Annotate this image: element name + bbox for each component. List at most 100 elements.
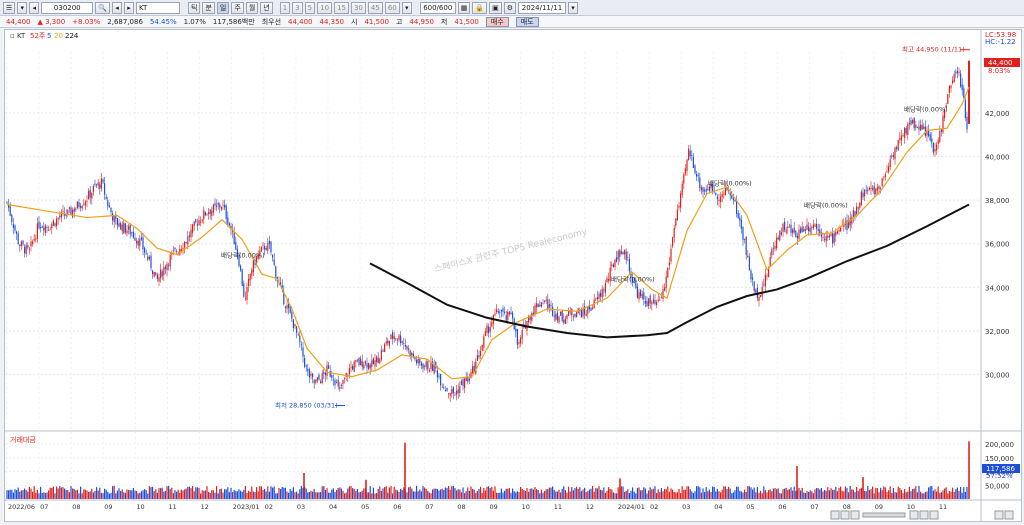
volume-bar (276, 493, 278, 499)
unit-dropdown[interactable]: ▾ (401, 1, 412, 14)
calendar-icon[interactable]: ▾ (567, 1, 578, 14)
volume-bar (929, 486, 931, 499)
tab-month[interactable]: 월 (245, 1, 259, 14)
arrow-right-icon[interactable]: ▸ (124, 1, 134, 14)
candle-body (248, 278, 250, 287)
volume-bar (456, 490, 458, 499)
scroll-left-button[interactable] (830, 510, 840, 520)
volume-bar (620, 486, 622, 499)
scroll-right-button[interactable] (850, 510, 860, 520)
volume-bar (627, 489, 629, 499)
volume-bar (401, 490, 403, 499)
volume-bar (603, 487, 605, 499)
candle-body (99, 184, 101, 189)
zoom-out-button[interactable] (909, 510, 919, 520)
volume-bar (33, 486, 35, 499)
candle-body (958, 71, 960, 74)
candle-body (793, 227, 795, 233)
unit-10[interactable]: 10 (317, 1, 333, 14)
unit-1[interactable]: 1 (279, 1, 291, 14)
period-dropdown[interactable]: ▾ (17, 1, 28, 14)
candle-body (662, 289, 664, 300)
date-input[interactable]: 2024/11/11 (517, 1, 566, 14)
unit-5[interactable]: 5 (304, 1, 316, 14)
settings-icon[interactable]: ⚙ (503, 1, 516, 14)
tab-year[interactable]: 년 (260, 1, 273, 14)
volume-bar (150, 487, 152, 499)
unit-60[interactable]: 60 (384, 1, 400, 14)
candle-body (107, 200, 109, 207)
candle-body (100, 178, 102, 189)
candle-body (272, 254, 274, 258)
count-input[interactable]: 600/600 (419, 1, 456, 14)
tab-day[interactable]: 일 (216, 1, 230, 14)
volume-bar (526, 488, 528, 499)
tab-week[interactable]: 주 (231, 1, 244, 14)
volume-bar (521, 488, 523, 499)
volume-bar (580, 491, 582, 499)
candle-body (395, 338, 397, 340)
volume-bar (134, 490, 136, 499)
search-icon[interactable] (929, 510, 939, 520)
unit-45[interactable]: 45 (367, 1, 383, 14)
volume-bar (611, 489, 613, 499)
arrow-left-icon[interactable]: ◂ (112, 1, 122, 14)
candle-body (97, 182, 99, 186)
chart-area[interactable]: 스페이스X 관련주 TOP5 Realeconomy 배당락(0.00%) 최저 … (4, 29, 1022, 522)
candle-body (750, 270, 752, 280)
candle-body (174, 247, 176, 250)
candle-body (614, 259, 616, 267)
volume-bar (939, 492, 941, 499)
save-icon[interactable]: ▣ (489, 1, 502, 14)
prev-icon[interactable]: ◂ (29, 1, 40, 14)
sell-button[interactable]: 매도 (515, 16, 539, 27)
volume-bar (699, 487, 701, 499)
volume-bar (940, 492, 942, 499)
volume-bar (67, 489, 69, 499)
volume-bar (907, 491, 909, 499)
candle-body (716, 196, 718, 200)
volume-bar (38, 493, 40, 499)
lock-icon[interactable]: 🔒 (472, 1, 488, 14)
candle-body (684, 168, 686, 174)
candle-body (904, 127, 906, 138)
table-icon[interactable]: ▦ (457, 1, 471, 14)
volume-bar (838, 487, 840, 499)
price-chart[interactable]: 스페이스X 관련주 TOP5 Realeconomy 배당락(0.00%)최저 … (5, 30, 1021, 521)
zoom-in-button[interactable] (919, 510, 929, 520)
candle-body (368, 363, 370, 370)
settings-gear-icon[interactable] (994, 510, 1004, 520)
candle-body (113, 215, 115, 223)
unit-15[interactable]: 15 (334, 1, 349, 14)
volume-bar (870, 489, 872, 499)
candle-body (25, 245, 27, 255)
unit-3[interactable]: 3 (292, 1, 303, 14)
candle-body (144, 247, 146, 253)
annotation-label: 배당락(0.00%) (221, 251, 265, 260)
price-tick-label: 32,000 (985, 328, 1010, 336)
candle-body (867, 190, 869, 192)
buy-button[interactable]: 매수 (485, 16, 509, 27)
scroll-slider[interactable] (862, 512, 906, 518)
pause-button[interactable] (840, 510, 850, 520)
candle-body (764, 274, 766, 287)
volume-bar (552, 486, 554, 499)
unit-30[interactable]: 30 (350, 1, 366, 14)
tab-minute[interactable]: 분 (202, 1, 215, 14)
tab-tick[interactable]: 틱 (188, 1, 201, 14)
search-icon[interactable]: 🔍 (95, 1, 110, 14)
volume-bar (259, 486, 261, 499)
candle-body (392, 332, 394, 339)
close-icon[interactable] (1004, 510, 1014, 520)
volume-bar (316, 492, 318, 499)
candle-body (520, 337, 522, 344)
stock-code-input[interactable]: 030200 (41, 1, 94, 14)
volume-bar (544, 491, 546, 499)
volume-bar (865, 491, 867, 499)
volume-bar (139, 492, 141, 499)
volume-bar (166, 486, 168, 499)
volume-bar (99, 487, 101, 499)
candle-body (678, 205, 680, 208)
menu-icon[interactable]: ☰ (3, 1, 16, 14)
candle-body (800, 228, 802, 234)
